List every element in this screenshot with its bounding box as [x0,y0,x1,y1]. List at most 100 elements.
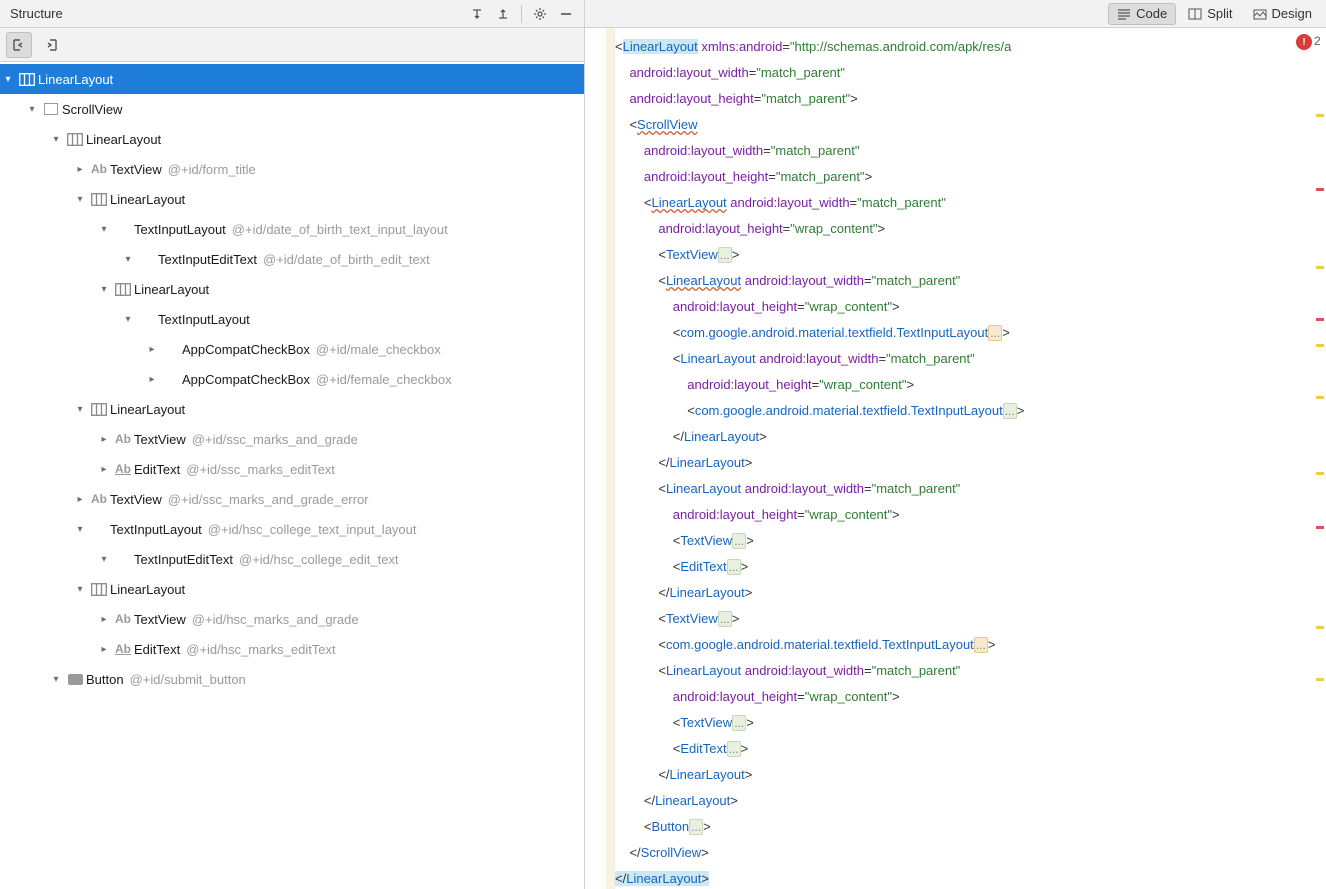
view-design-button[interactable]: Design [1245,3,1320,25]
tree-suffix: @+id/hsc_marks_and_grade [192,612,359,627]
code-line: <com.google.android.material.textfield.T… [615,320,1312,346]
view-split-button[interactable]: Split [1180,3,1240,25]
text-icon: Ab [88,162,110,176]
chevron-right-icon[interactable]: ▸ [96,464,112,475]
tree-suffix: @+id/date_of_birth_edit_text [263,252,430,267]
split-icon [1188,7,1202,21]
tree-label: TextView [134,612,186,627]
code-line: </ScrollView> [615,840,1312,866]
code-line: <Button...> [615,814,1312,840]
tree-label: AppCompatCheckBox [182,342,310,357]
tree-row[interactable]: ▸AbTextView@+id/form_title [0,154,584,184]
error-marker[interactable] [1316,318,1324,321]
chevron-right-icon[interactable]: ▸ [144,374,160,385]
chevron-down-icon[interactable]: ▾ [96,554,112,565]
tree-suffix: @+id/hsc_college_text_input_layout [208,522,417,537]
editor-wrap: <LinearLayout xmlns:android="http://sche… [585,28,1326,889]
tree-suffix: @+id/male_checkbox [316,342,441,357]
chevron-down-icon[interactable]: ▾ [72,584,88,595]
tree-row[interactable]: ▾TextInputLayout [0,304,584,334]
toolbar-btn-1[interactable] [6,32,32,58]
tree-row[interactable]: ▾TextInputLayout@+id/hsc_college_text_in… [0,514,584,544]
chevron-down-icon[interactable]: ▾ [48,134,64,145]
tree-label: EditText [134,462,180,477]
chevron-down-icon[interactable]: ▾ [72,404,88,415]
tree-label: AppCompatCheckBox [182,372,310,387]
chevron-down-icon[interactable]: ▾ [24,104,40,115]
chevron-right-icon[interactable]: ▸ [72,494,88,505]
chevron-down-icon[interactable]: ▾ [72,524,88,535]
error-marker[interactable] [1316,188,1324,191]
chevron-right-icon[interactable]: ▸ [72,164,88,175]
tree-row[interactable]: ▾LinearLayout [0,184,584,214]
tree-row[interactable]: ▸AbEditText@+id/hsc_marks_editText [0,634,584,664]
code-line: android:layout_height="match_parent"> [615,86,1312,112]
error-badge-icon[interactable]: ! [1296,34,1312,50]
tree-row[interactable]: ▾LinearLayout [0,394,584,424]
tree-label: LinearLayout [110,582,185,597]
warning-marker[interactable] [1316,114,1324,117]
code-line: <TextView...> [615,710,1312,736]
structure-panel: Structure ▾LinearLayout▾ScrollView▾Linea… [0,0,585,889]
chevron-right-icon[interactable]: ▸ [144,344,160,355]
expand-all-icon[interactable] [465,3,489,25]
code-line: android:layout_width="match_parent" [615,60,1312,86]
view-code-button[interactable]: Code [1108,3,1176,25]
tree-suffix: @+id/submit_button [130,672,246,687]
editor-header: Code Split Design [585,0,1326,28]
warning-marker[interactable] [1316,396,1324,399]
chevron-right-icon[interactable]: ▸ [96,614,112,625]
chevron-right-icon[interactable]: ▸ [96,434,112,445]
tree-row[interactable]: ▾ScrollView [0,94,584,124]
tree-row[interactable]: ▸ AppCompatCheckBox @+id/male_checkbox [0,334,584,364]
warning-marker[interactable] [1316,626,1324,629]
tree-suffix: @+id/female_checkbox [316,372,452,387]
tree-label: TextInputLayout [134,222,226,237]
warning-marker[interactable] [1316,266,1324,269]
component-tree[interactable]: ▾LinearLayout▾ScrollView▾LinearLayout▸Ab… [0,62,584,889]
chevron-down-icon[interactable]: ▾ [96,284,112,295]
chevron-right-icon[interactable]: ▸ [96,644,112,655]
chevron-down-icon[interactable]: ▾ [0,74,16,85]
tree-row[interactable]: ▾ LinearLayout [0,574,584,604]
minimize-icon[interactable] [554,3,578,25]
chevron-down-icon[interactable]: ▾ [120,314,136,325]
tree-row[interactable]: ▾LinearLayout [0,274,584,304]
error-marker[interactable] [1316,526,1324,529]
tree-row[interactable]: ▾LinearLayout [0,64,584,94]
gear-icon[interactable] [528,3,552,25]
marker-bar[interactable]: ! 2 ˄ ˅ [1312,28,1326,889]
gutter[interactable] [585,28,615,889]
collapse-all-icon[interactable] [491,3,515,25]
tree-row[interactable]: ▾TextInputLayout@+id/date_of_birth_text_… [0,214,584,244]
tree-row[interactable]: ▸ AppCompatCheckBox @+id/female_checkbox [0,364,584,394]
tree-suffix: @+id/hsc_college_edit_text [239,552,399,567]
warning-marker[interactable] [1316,344,1324,347]
view-design-label: Design [1272,6,1312,21]
code-line: <LinearLayout android:layout_width="matc… [615,268,1312,294]
chevron-down-icon[interactable]: ▾ [72,194,88,205]
chevron-down-icon[interactable]: ▾ [96,224,112,235]
tree-row[interactable]: ▸AbTextView@+id/hsc_marks_and_grade [0,604,584,634]
tree-suffix: @+id/ssc_marks_and_grade [192,432,358,447]
code-line: android:layout_height="wrap_content"> [615,372,1312,398]
chevron-down-icon[interactable]: ▾ [120,254,136,265]
code-line: <LinearLayout android:layout_width="matc… [615,346,1312,372]
toolbar-btn-2[interactable] [38,32,64,58]
warning-marker[interactable] [1316,678,1324,681]
structure-header-icons [465,3,578,25]
tree-label: EditText [134,642,180,657]
tree-row[interactable]: ▾TextInputEditText@+id/date_of_birth_edi… [0,244,584,274]
warning-marker[interactable] [1316,472,1324,475]
code-line: </LinearLayout> [615,762,1312,788]
tree-row[interactable]: ▾LinearLayout [0,124,584,154]
code-editor[interactable]: <LinearLayout xmlns:android="http://sche… [615,28,1312,889]
tree-row[interactable]: ▾TextInputEditText@+id/hsc_college_edit_… [0,544,584,574]
tree-row[interactable]: ▸AbTextView@+id/ssc_marks_and_grade [0,424,584,454]
tree-row[interactable]: ▾Button@+id/submit_button [0,664,584,694]
tree-row[interactable]: ▸AbTextView@+id/ssc_marks_and_grade_erro… [0,484,584,514]
chevron-down-icon[interactable]: ▾ [48,674,64,685]
tree-suffix: @+id/ssc_marks_editText [186,462,335,477]
code-line: <LinearLayout android:layout_width="matc… [615,190,1312,216]
tree-row[interactable]: ▸AbEditText@+id/ssc_marks_editText [0,454,584,484]
